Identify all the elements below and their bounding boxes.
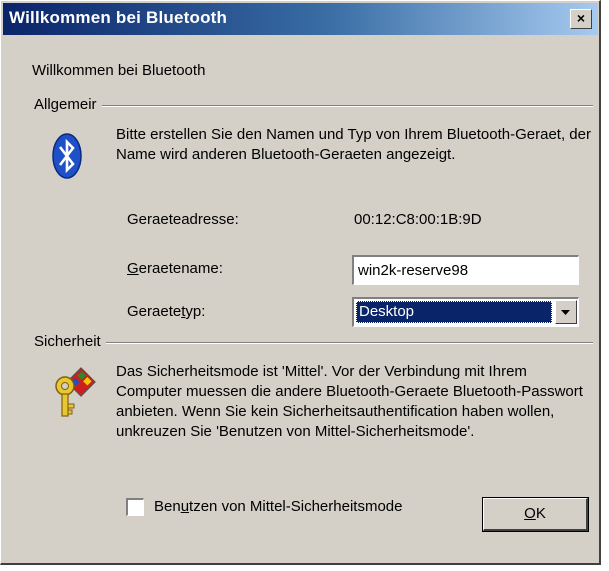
device-type-label: Geraetetyp: [127, 303, 205, 320]
address-label: Geraeteadresse: [127, 211, 239, 228]
mittel-security-checkbox[interactable] [126, 498, 144, 516]
dropdown-button[interactable] [555, 300, 577, 324]
device-type-value: Desktop [356, 301, 552, 323]
ok-label-rest: K [535, 505, 546, 522]
chevron-down-icon [561, 310, 570, 315]
checkbox-label-mnemonic: u [180, 498, 190, 515]
close-button[interactable]: × [570, 9, 592, 29]
device-name-label: Geraetename: [127, 260, 223, 277]
bluetooth-icon [52, 133, 82, 179]
device-name-input[interactable] [352, 255, 579, 285]
key-shield-icon [55, 367, 96, 417]
title-bar[interactable]: Willkommen bei Bluetooth × [3, 3, 598, 35]
general-group-line [36, 105, 593, 107]
ok-button[interactable]: OK [482, 497, 589, 532]
security-legend: Sicherheit [34, 333, 106, 350]
device-type-select[interactable]: Desktop [352, 297, 579, 327]
address-value: 00:12:C8:00:1B:9D [354, 211, 482, 228]
device-name-label-text: eraetename: [138, 260, 223, 277]
bluetooth-dialog: Willkommen bei Bluetooth × Willkommen be… [0, 0, 601, 565]
welcome-heading: Willkommen bei Bluetooth [32, 62, 206, 79]
security-description: Das Sicherheitsmode ist 'Mittel'. Vor de… [116, 363, 583, 440]
checkbox-label-pre: Ben [154, 498, 181, 515]
window-title: Willkommen bei Bluetooth [9, 8, 228, 27]
general-legend: Allgemeir [34, 96, 102, 113]
general-description: Bitte erstellen Sie den Namen und Typ vo… [116, 126, 591, 163]
mittel-security-label[interactable]: Benutzen von Mittel-Sicherheitsmode [154, 498, 402, 515]
device-name-label-mnemonic: G [127, 260, 139, 277]
device-type-label-post: yp: [185, 303, 206, 320]
device-type-label-pre: Geraete [127, 303, 182, 320]
checkbox-label-post: tzen von Mittel-Sicherheitsmode [189, 498, 403, 515]
ok-mnemonic: O [524, 505, 536, 522]
security-group-line [36, 342, 593, 344]
